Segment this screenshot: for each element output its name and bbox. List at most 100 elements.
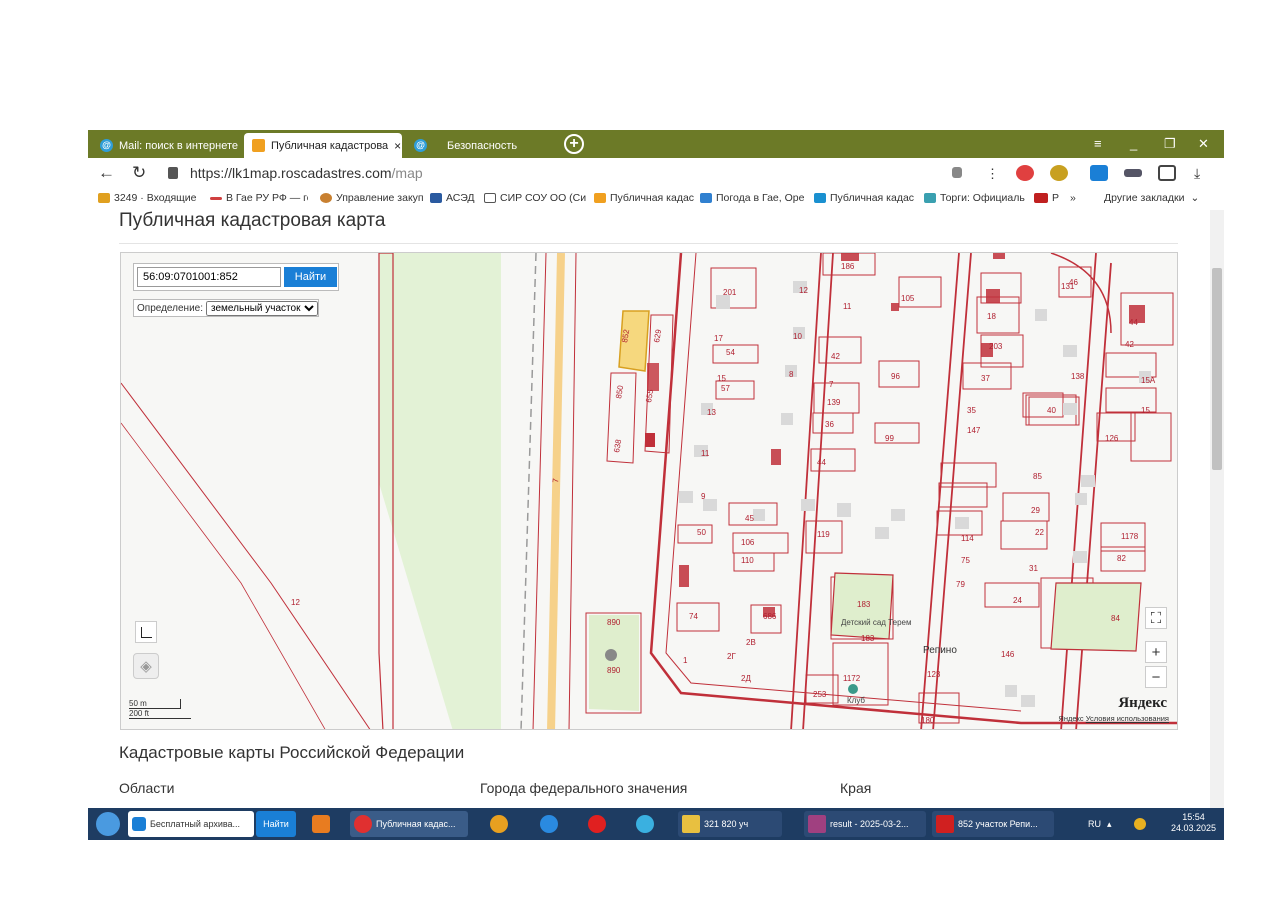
close-window-icon[interactable]: ✕	[1198, 136, 1209, 152]
bookmark-label: Публичная кадас	[830, 192, 915, 204]
parcel-label: 12	[799, 286, 808, 295]
bookmark-item[interactable]: Управление закуп	[320, 192, 424, 204]
rts-icon	[1034, 193, 1048, 203]
url-path: /map	[391, 165, 423, 181]
chrome-button[interactable]	[486, 811, 514, 837]
more-bookmarks-button[interactable]: »	[1070, 192, 1084, 204]
parcel-label: 2В	[746, 638, 756, 647]
tray-app-button[interactable]	[1130, 811, 1148, 837]
column-regions[interactable]: Области	[119, 780, 174, 796]
windows-taskbar: Бесплатный архива... Найти Публичная кад…	[88, 808, 1224, 840]
reload-icon[interactable]: ↻	[132, 163, 146, 183]
download-icon[interactable]: ⤓	[1194, 165, 1200, 182]
column-federal-cities[interactable]: Города федерального значения	[480, 780, 687, 796]
definition-select[interactable]: земельный участок	[206, 300, 319, 316]
tab-cadastral-map[interactable]: Публичная кадастрова ×	[244, 133, 402, 158]
scroll-thumb[interactable]	[1212, 268, 1222, 470]
parcel-label: 42	[831, 352, 840, 361]
menu-icon[interactable]: ≡	[1094, 136, 1102, 151]
ruler-tool-button[interactable]	[135, 621, 157, 643]
taskbar-yandex-window[interactable]: Публичная кадас...	[350, 811, 468, 837]
mail-icon	[98, 193, 110, 203]
scale-ft: 200 ft	[129, 709, 191, 719]
zoom-in-button[interactable]: +	[1145, 641, 1167, 663]
parcel-label: 11	[843, 302, 852, 311]
taskbar-archive-window[interactable]: result - 2025-03-2...	[804, 811, 926, 837]
taskbar-folder-window[interactable]: 321 820 уч	[678, 811, 782, 837]
parcel-label: 9	[701, 492, 706, 501]
parcel-label: 1178	[1121, 532, 1139, 541]
tab-security[interactable]: @ Безопасность	[406, 133, 554, 158]
extension-icon[interactable]	[1016, 165, 1034, 181]
parcel-label: 45	[745, 514, 754, 523]
parcel-label: 99	[885, 434, 894, 443]
minimize-icon[interactable]: _	[1130, 136, 1137, 151]
page-title: Публичная кадастровая карта	[119, 210, 386, 231]
definition-box: Определение: земельный участок	[133, 299, 320, 317]
extension-icon[interactable]	[1050, 165, 1068, 181]
bookmark-item[interactable]: В Гае РУ РФ — гор	[210, 192, 308, 204]
column-territories[interactable]: Края	[840, 780, 871, 796]
map-canvas[interactable]: 852 629 850 655 638 201 17 54 57 15 13 1…	[121, 253, 1178, 730]
page-scrollbar[interactable]	[1210, 210, 1224, 810]
language-indicator[interactable]: RU ▴	[1088, 811, 1128, 837]
back-icon[interactable]: ←	[98, 163, 115, 183]
cadastral-number-input[interactable]	[137, 267, 281, 287]
parcel-label: 40	[1047, 406, 1056, 415]
system-clock[interactable]: 15:54 24.03.2025	[1171, 812, 1216, 834]
bookmark-label: Другие закладки	[1104, 192, 1185, 204]
cadastral-map[interactable]: 852 629 850 655 638 201 17 54 57 15 13 1…	[120, 252, 1178, 730]
terms-link[interactable]: Условия использования	[1086, 714, 1169, 723]
bookmark-item[interactable]: Погода в Гае, Оре	[700, 192, 806, 204]
ie-button[interactable]	[536, 811, 564, 837]
clock-time: 15:54	[1182, 812, 1205, 822]
taskbar-find-button[interactable]: Найти	[256, 811, 296, 837]
site-icon	[814, 193, 826, 203]
regions-heading: Кадастровые карты Российской Федерации	[119, 743, 465, 762]
opera-button[interactable]	[584, 811, 612, 837]
bookmark-item[interactable]: 3249 · Входящие	[98, 192, 206, 204]
restore-icon[interactable]: ❐	[1164, 136, 1176, 152]
extensions-icon[interactable]	[1158, 165, 1176, 181]
parcel-label: 186	[841, 262, 855, 271]
find-button[interactable]: Найти	[284, 267, 337, 287]
poi-icon[interactable]	[605, 649, 617, 661]
taskbar-search[interactable]: Бесплатный архива...	[128, 811, 254, 837]
extension-icon[interactable]	[1090, 165, 1108, 181]
bookmark-icon[interactable]	[952, 167, 962, 178]
bookmark-item[interactable]: СИР СОУ ОО (Си	[484, 192, 588, 204]
extension-icon[interactable]	[1124, 169, 1142, 177]
url-field[interactable]: https://lk1map.roscadastres.com/map	[158, 161, 988, 185]
tab-mail[interactable]: @ Mail: поиск в интернете	[92, 133, 240, 158]
media-player-button[interactable]	[308, 811, 334, 837]
parcel-label: 180	[921, 716, 935, 725]
fullscreen-button[interactable]: ⛶	[1145, 607, 1167, 629]
zoom-out-button[interactable]: −	[1145, 666, 1167, 688]
parcel-label: 138	[1071, 372, 1085, 381]
rosreestr-icon	[594, 193, 606, 203]
chrome-icon	[490, 815, 508, 833]
bookmark-item[interactable]: Публичная кадас	[814, 192, 918, 204]
parcel-label: 183	[861, 634, 875, 643]
other-bookmarks-button[interactable]: Другие закладки ⌄	[1104, 192, 1222, 204]
start-button[interactable]	[92, 811, 124, 837]
more-icon[interactable]: ⋮	[986, 166, 999, 182]
bookmark-item[interactable]: Р	[1034, 192, 1062, 204]
minus-icon: −	[1151, 668, 1161, 686]
parcel-label: 37	[981, 374, 990, 383]
browser-button[interactable]	[632, 811, 660, 837]
close-tab-icon[interactable]: ×	[394, 139, 401, 153]
layers-button[interactable]: ◈	[133, 653, 159, 679]
yandex-small: Яндекс	[1058, 714, 1084, 723]
club-poi-icon[interactable]	[848, 684, 858, 694]
new-tab-button[interactable]: +	[564, 134, 584, 154]
bookmark-item[interactable]: Торги: Официаль	[924, 192, 1028, 204]
bookmark-item[interactable]: Публичная кадас	[594, 192, 694, 204]
winrar-icon	[808, 815, 826, 833]
taskbar-pdf-window[interactable]: 852 участок Репи...	[932, 811, 1054, 837]
parcel-label: 147	[967, 426, 981, 435]
tray-app-icon	[1134, 818, 1146, 830]
weather-icon	[700, 193, 712, 203]
parcel-label: 1172	[843, 674, 861, 683]
bookmark-item[interactable]: АСЭД	[430, 192, 478, 204]
